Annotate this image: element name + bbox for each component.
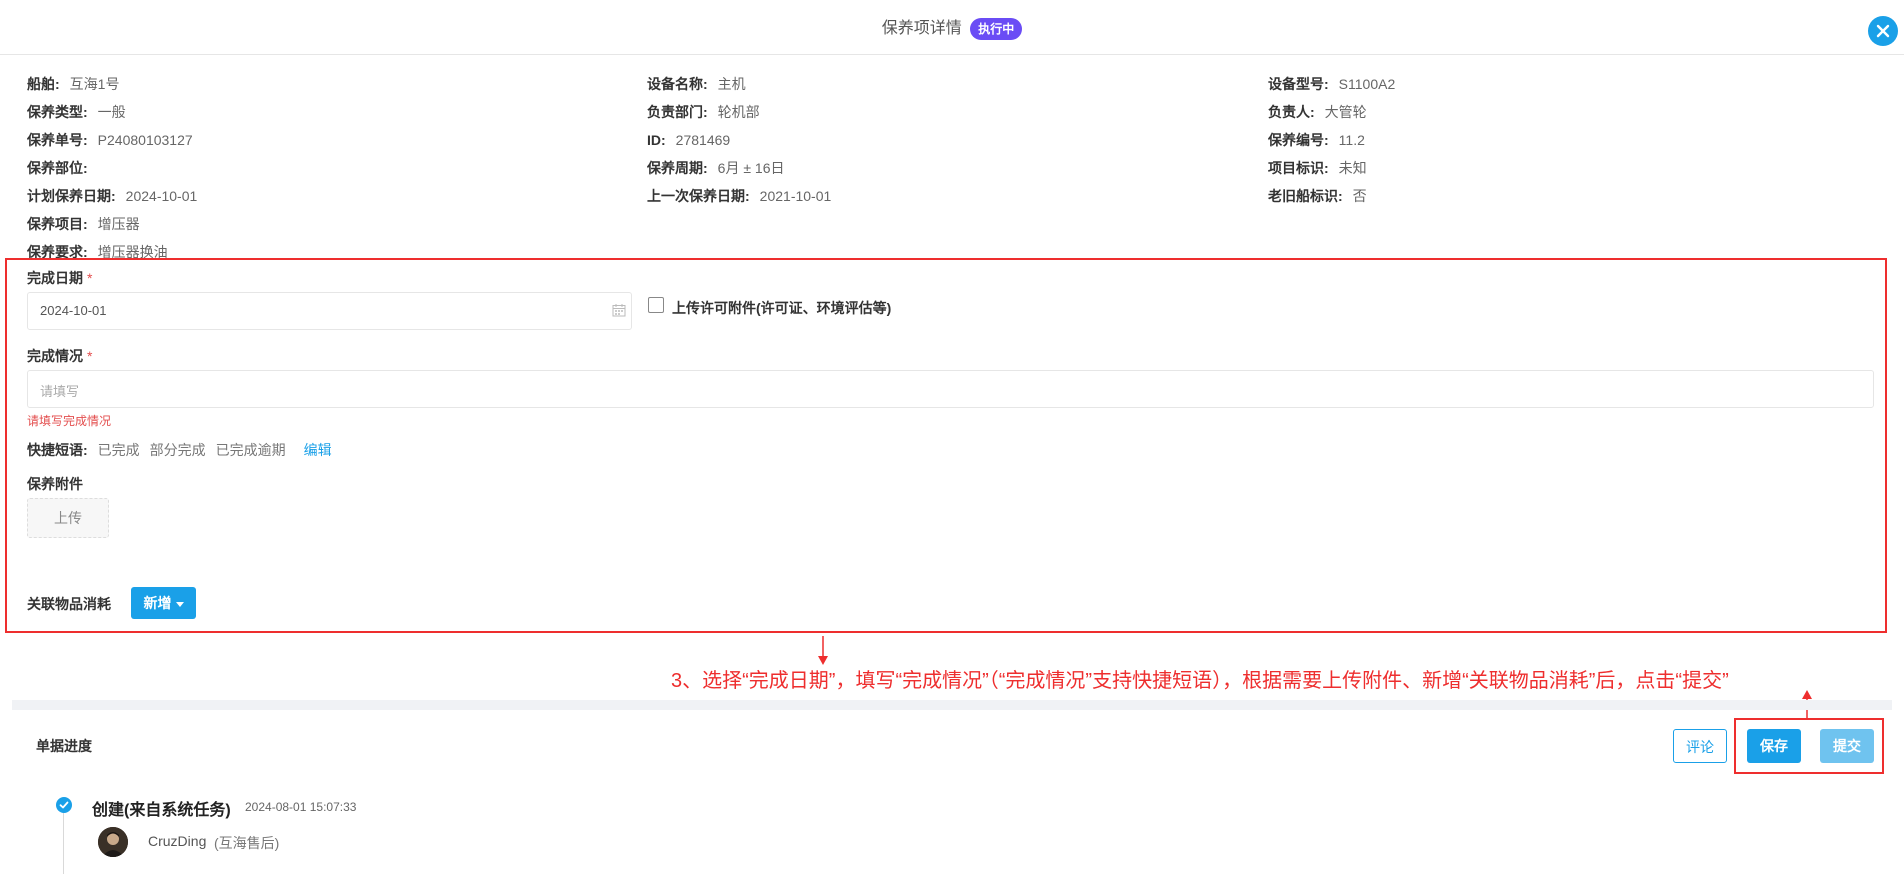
- info-label: 船舶:: [27, 76, 60, 92]
- info-old-ship-flag: 老旧船标识: 否: [1268, 187, 1367, 205]
- info-value: 轮机部: [717, 104, 760, 120]
- info-equipment-name: 设备名称: 主机: [647, 75, 746, 93]
- info-label: 保养周期:: [647, 160, 708, 176]
- info-label: 保养编号:: [1268, 132, 1329, 148]
- close-button[interactable]: [1868, 16, 1898, 46]
- info-label: 保养项目:: [27, 216, 88, 232]
- info-value: 一般: [97, 104, 126, 120]
- info-maintenance-part: 保养部位:: [27, 159, 98, 177]
- progress-title: 单据进度: [36, 738, 92, 754]
- info-value: 互海1号: [69, 76, 120, 92]
- info-label: 保养类型:: [27, 104, 88, 120]
- info-maintenance-code: 保养编号: 11.2: [1268, 131, 1365, 149]
- check-circle-icon: [56, 797, 72, 813]
- info-cycle: 保养周期: 6月 ± 16日: [647, 159, 785, 177]
- info-label: 项目标识:: [1268, 160, 1329, 176]
- info-last-date: 上一次保养日期: 2021-10-01: [647, 187, 831, 205]
- info-label: 保养部位:: [27, 160, 88, 176]
- info-label: 上一次保养日期:: [647, 188, 750, 204]
- modal-title: 保养项详情: [881, 20, 962, 37]
- info-project-flag: 项目标识: 未知: [1268, 159, 1367, 177]
- info-label: 设备型号:: [1268, 76, 1329, 92]
- timeline-line: [63, 810, 64, 874]
- comment-button[interactable]: 评论: [1673, 729, 1727, 763]
- submit-button[interactable]: 提交: [1820, 729, 1874, 763]
- annotation-text: 3、选择“完成日期”，填写“完成情况”（“完成情况”支持快捷短语），根据需要上传…: [671, 670, 1729, 692]
- info-label: 负责部门:: [647, 104, 708, 120]
- info-value: P24080103127: [97, 132, 193, 148]
- info-value: 2021-10-01: [759, 188, 832, 204]
- info-label: 计划保养日期:: [27, 188, 116, 204]
- info-label: 保养单号:: [27, 132, 88, 148]
- check-icon: [59, 801, 69, 809]
- info-value: 主机: [717, 76, 746, 92]
- info-label: 老旧船标识:: [1268, 188, 1343, 204]
- timeline-event-title: 创建(来自系统任务): [92, 802, 231, 819]
- info-value: 6月 ± 16日: [717, 160, 785, 176]
- status-badge: 执行中: [970, 17, 1023, 40]
- avatar: [98, 827, 128, 857]
- annotation-highlight-form: [5, 258, 1887, 633]
- section-divider: [12, 700, 1892, 710]
- timeline-user-name: CruzDing: [148, 833, 207, 849]
- info-id: ID: 2781469: [647, 131, 730, 149]
- info-order-number: 保养单号: P24080103127: [27, 131, 193, 149]
- info-value: 11.2: [1338, 132, 1365, 148]
- info-department: 负责部门: 轮机部: [647, 103, 760, 121]
- info-value: S1100A2: [1338, 76, 1396, 92]
- info-label: 负责人:: [1268, 104, 1315, 120]
- info-value: 未知: [1338, 160, 1367, 176]
- close-icon: [1876, 24, 1890, 38]
- info-label: 设备名称:: [647, 76, 708, 92]
- timeline-event-time: 2024-08-01 15:07:33: [245, 800, 357, 814]
- info-equipment-model: 设备型号: S1100A2: [1268, 75, 1395, 93]
- user-avatar-icon: [98, 827, 128, 857]
- annotation-arrow-down-icon: [818, 636, 828, 665]
- info-maintenance-item: 保养项目: 增压器: [27, 215, 140, 233]
- info-value: 大管轮: [1324, 104, 1367, 120]
- info-value: 增压器: [97, 216, 140, 232]
- info-planned-date: 计划保养日期: 2024-10-01: [27, 187, 197, 205]
- info-person-in-charge: 负责人: 大管轮: [1268, 103, 1367, 121]
- info-value: 2781469: [675, 132, 731, 148]
- info-value: 2024-10-01: [125, 188, 198, 204]
- info-value: 否: [1352, 188, 1367, 204]
- info-label: ID:: [647, 132, 666, 148]
- info-maintenance-type: 保养类型: 一般: [27, 103, 126, 121]
- timeline-user-org: (互海售后): [214, 835, 280, 851]
- modal-title-bar: 保养项详情 执行中: [0, 14, 1904, 40]
- save-button[interactable]: 保存: [1747, 729, 1801, 763]
- info-ship: 船舶: 互海1号: [27, 75, 119, 93]
